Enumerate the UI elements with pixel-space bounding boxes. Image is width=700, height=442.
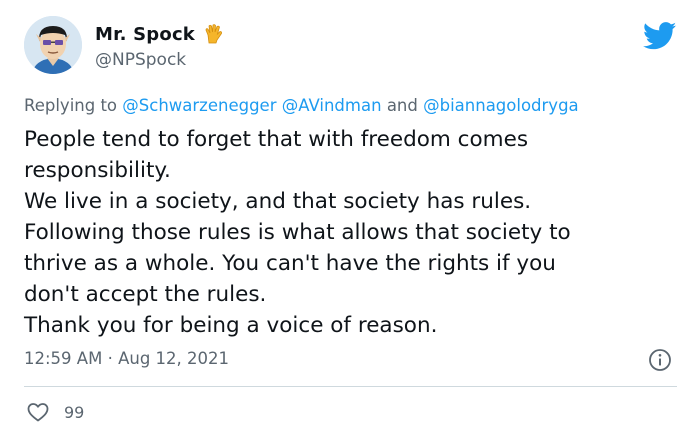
timestamp[interactable]: 12:59 AM · Aug 12, 2021 [24, 349, 229, 368]
tweet-text-line: Thank you for being a voice of reason. [24, 313, 438, 338]
spock-avatar-icon [24, 16, 82, 74]
tweet-text-line: responsibility. [24, 158, 171, 183]
like-action[interactable]: 99 [26, 400, 84, 424]
tweet-text-line: Following those rules is what allows tha… [24, 220, 571, 245]
heart-icon[interactable] [26, 400, 50, 424]
tweet-time: 12:59 AM [24, 349, 103, 368]
twitter-bird-icon[interactable] [643, 22, 677, 50]
reply-conjunction: and [386, 96, 418, 115]
tweet-date: Aug 12, 2021 [118, 349, 230, 368]
divider [24, 386, 677, 387]
meta-separator: · [107, 349, 113, 368]
avatar[interactable] [24, 16, 82, 74]
mention-link[interactable]: @Schwarzenegger [122, 96, 276, 115]
tweet-text: People tend to forget that with freedom … [24, 124, 684, 341]
tweet-text-line: don't accept the rules. [24, 282, 267, 307]
tweet-text-line: We live in a society, and that society h… [24, 189, 532, 214]
vulcan-salute-icon [205, 24, 222, 44]
info-icon[interactable] [648, 348, 672, 372]
user-handle[interactable]: @NPSpock [95, 50, 225, 70]
mention-link[interactable]: @AVindman [282, 96, 382, 115]
tweet-card: Mr. Spock @NPSpock Replying to @Schwarze… [0, 0, 700, 442]
author-block: Mr. Spock @NPSpock [95, 22, 225, 70]
mention-link[interactable]: @biannagolodryga [423, 96, 579, 115]
reply-prefix: Replying to [24, 96, 118, 115]
tweet-text-line: thrive as a whole. You can't have the ri… [24, 251, 556, 276]
like-count: 99 [64, 402, 85, 422]
tweet-text-line: People tend to forget that with freedom … [24, 127, 529, 152]
display-name[interactable]: Mr. Spock [95, 24, 195, 45]
reply-context: Replying to @Schwarzenegger @AVindman an… [24, 96, 579, 115]
